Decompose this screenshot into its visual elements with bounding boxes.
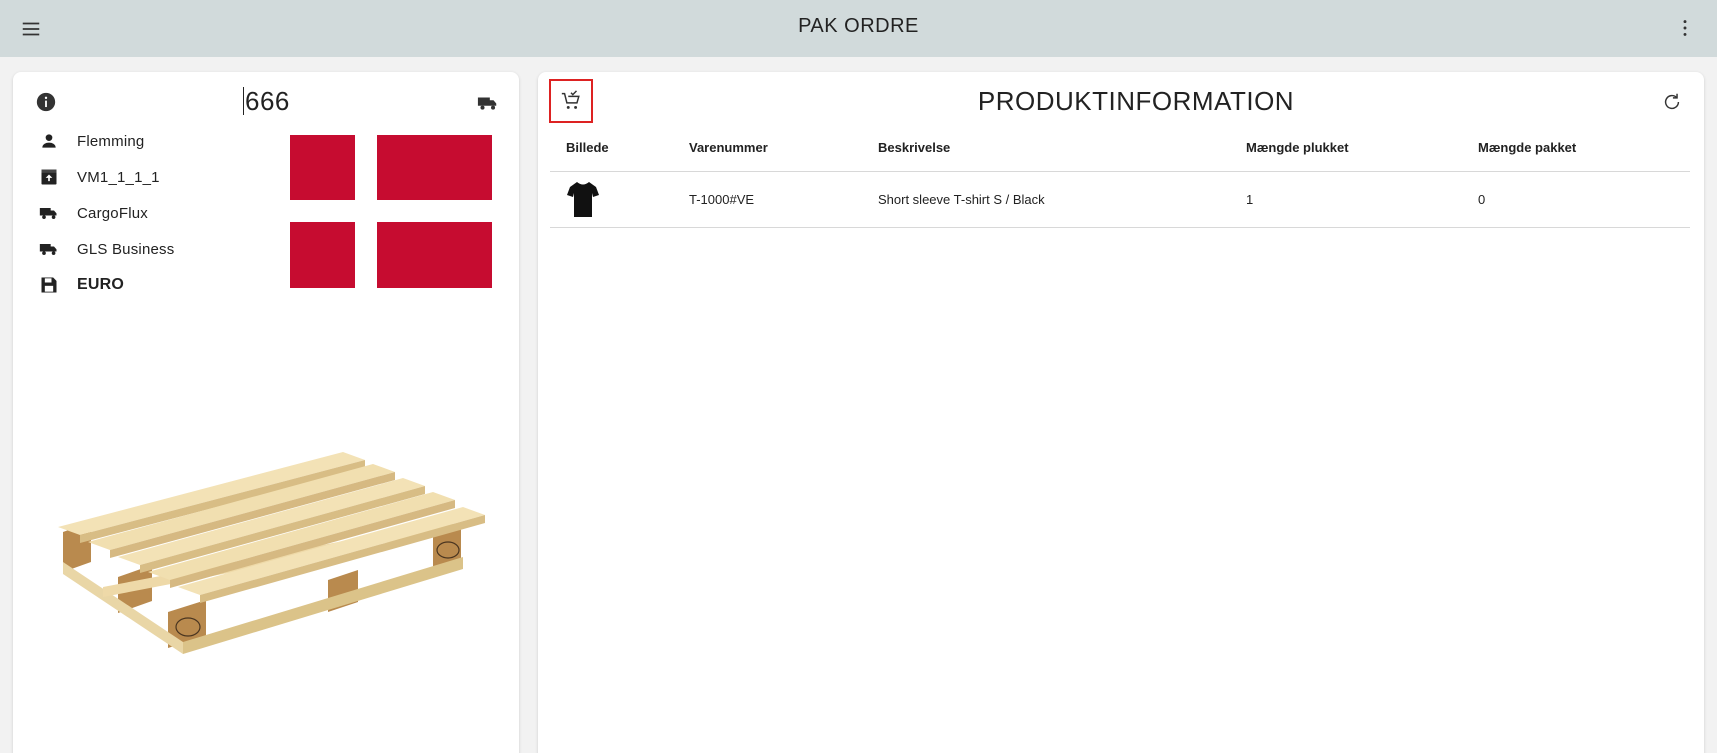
- order-card: 666 Flemming VM1_1_1_1 CargoFlux GLS Bus…: [13, 72, 519, 753]
- order-number-field[interactable]: 666: [243, 86, 290, 117]
- column-header[interactable]: Mængde plukket: [1230, 124, 1462, 172]
- truck-icon[interactable]: [476, 92, 500, 114]
- app-bar: PAK ORDRE: [0, 0, 1717, 57]
- person-icon: [39, 131, 59, 151]
- detail-customer: Flemming: [39, 123, 174, 159]
- save-icon: [39, 275, 59, 295]
- page-title: PAK ORDRE: [798, 15, 919, 37]
- denmark-flag: [290, 135, 492, 288]
- table-row[interactable]: T-1000#VE Short sleeve T-shirt S / Black…: [550, 171, 1690, 228]
- column-header[interactable]: Varenummer: [673, 124, 862, 172]
- detail-location: VM1_1_1_1: [39, 159, 174, 195]
- text-cursor: [243, 87, 244, 115]
- detail-service: GLS Business: [39, 231, 174, 267]
- product-image-cell: [550, 171, 673, 228]
- location-label: VM1_1_1_1: [77, 168, 160, 186]
- product-card: PRODUKTINFORMATION Billede Varenummer Be…: [538, 72, 1704, 753]
- customer-name: Flemming: [77, 132, 145, 150]
- service-name: GLS Business: [77, 240, 175, 258]
- order-number: 666: [245, 86, 290, 116]
- tshirt-image: [567, 182, 599, 217]
- sku-cell: T-1000#VE: [673, 171, 862, 228]
- packed-qty-cell: 0: [1462, 171, 1690, 228]
- picked-qty-cell: 1: [1230, 171, 1462, 228]
- euro-pallet-image: [58, 452, 485, 654]
- detail-packaging: EURO: [39, 267, 174, 303]
- packaging-name: EURO: [77, 276, 125, 293]
- archive-upload-icon: [39, 167, 59, 187]
- truck-icon: [39, 203, 59, 223]
- refresh-icon[interactable]: [1661, 91, 1683, 113]
- column-header[interactable]: Beskrivelse: [862, 124, 1230, 172]
- carrier-name: CargoFlux: [77, 204, 148, 222]
- section-title: PRODUKTINFORMATION: [977, 86, 1295, 116]
- description-cell: Short sleeve T-shirt S / Black: [862, 171, 1230, 228]
- truck-icon: [39, 239, 59, 259]
- column-header[interactable]: Billede: [550, 124, 673, 172]
- detail-carrier: CargoFlux: [39, 195, 174, 231]
- product-table: Billede Varenummer Beskrivelse Mængde pl…: [550, 124, 1690, 228]
- order-details: Flemming VM1_1_1_1 CargoFlux GLS Busines…: [39, 123, 174, 303]
- more-vert-icon[interactable]: [1674, 17, 1696, 39]
- table-header-row: Billede Varenummer Beskrivelse Mængde pl…: [550, 124, 1690, 172]
- column-header[interactable]: Mængde pakket: [1462, 124, 1690, 172]
- info-icon[interactable]: [35, 91, 57, 113]
